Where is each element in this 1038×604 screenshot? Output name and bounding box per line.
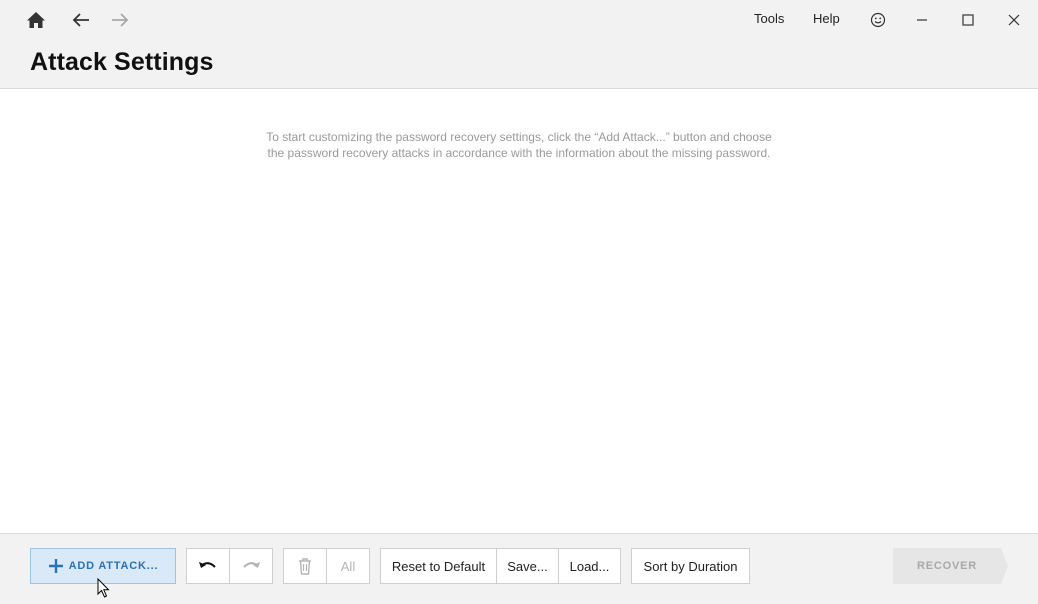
empty-state-hint: To start customizing the password recove… [266, 130, 772, 160]
home-icon [27, 12, 45, 28]
delete-all-button[interactable]: All [326, 548, 370, 584]
home-button[interactable] [20, 4, 52, 36]
maximize-icon [962, 14, 974, 26]
maximize-button[interactable] [952, 4, 984, 36]
back-button[interactable] [65, 4, 97, 36]
close-icon [1008, 14, 1020, 26]
mouse-cursor-icon [97, 578, 110, 598]
load-button[interactable]: Load... [558, 548, 621, 584]
redo-icon [243, 562, 260, 568]
smiley-icon [870, 12, 886, 28]
recover-button[interactable]: RECOVER [893, 548, 1009, 584]
feedback-button[interactable] [862, 4, 894, 36]
save-button[interactable]: Save... [496, 548, 559, 584]
menu-tools[interactable]: Tools [754, 11, 784, 26]
redo-button[interactable] [229, 548, 273, 584]
add-attack-label: ADD ATTACK... [68, 560, 159, 572]
forward-arrow-icon [112, 13, 129, 27]
minimize-icon [917, 19, 927, 21]
forward-button[interactable] [104, 4, 136, 36]
attack-list-area: To start customizing the password recove… [0, 88, 1038, 534]
title-bar: Tools Help [0, 0, 1038, 40]
delete-button[interactable] [283, 548, 327, 584]
sort-by-duration-button[interactable]: Sort by Duration [631, 548, 750, 584]
undo-icon [199, 562, 216, 568]
close-button[interactable] [998, 4, 1030, 36]
recover-label: RECOVER [917, 560, 977, 572]
page-title: Attack Settings [30, 48, 214, 76]
bottom-toolbar: ADD ATTACK... All Reset to Default Save.… [0, 534, 1038, 604]
menu-help[interactable]: Help [813, 11, 840, 26]
undo-button[interactable] [186, 548, 230, 584]
minimize-button[interactable] [906, 4, 938, 36]
trash-icon [299, 558, 311, 575]
reset-to-default-button[interactable]: Reset to Default [380, 548, 497, 584]
back-arrow-icon [72, 13, 89, 27]
plus-icon [48, 558, 64, 574]
